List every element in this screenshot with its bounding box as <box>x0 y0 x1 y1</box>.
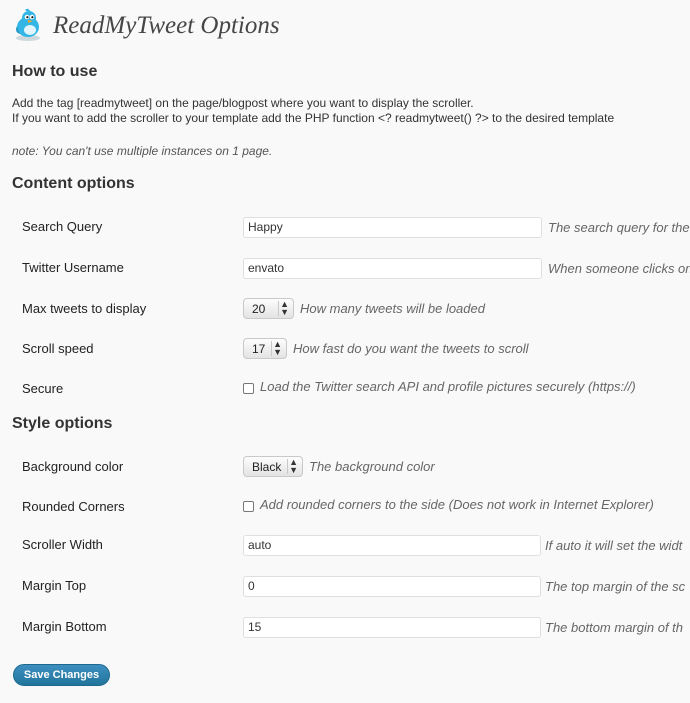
scroller-width-input[interactable]: auto <box>243 535 541 556</box>
margin-bottom-description: The bottom margin of th <box>545 620 684 635</box>
rounded-corners-label: Rounded Corners <box>22 499 125 514</box>
scroll-speed-description: How fast do you want the tweets to scrol… <box>293 341 529 356</box>
page-title: ReadMyTweet Options <box>53 12 280 39</box>
scroller-width-label: Scroller Width <box>22 537 103 552</box>
max-tweets-select[interactable]: 20 ▲ ▼ <box>243 298 294 319</box>
content-options-heading: Content options <box>12 175 135 192</box>
background-color-value: Black <box>252 460 282 474</box>
margin-bottom-label: Margin Bottom <box>22 619 107 634</box>
margin-top-description: The top margin of the sc <box>545 579 686 594</box>
scroller-width-description: If auto it will set the widt <box>545 538 683 553</box>
how-to-use-line-2: If you want to add the scroller to your … <box>12 111 615 125</box>
margin-top-label: Margin Top <box>22 578 87 593</box>
usage-note: note: You can't use multiple instances o… <box>12 144 273 158</box>
rounded-corners-description: Add rounded corners to the side (Does no… <box>260 497 654 512</box>
scroll-speed-select[interactable]: 17 ▲ ▼ <box>243 338 287 359</box>
rounded-corners-checkbox[interactable] <box>243 501 254 512</box>
twitter-username-description: When someone clicks on <box>548 261 690 276</box>
search-query-input[interactable]: Happy <box>243 217 542 238</box>
search-query-label: Search Query <box>22 219 103 234</box>
scroll-speed-value: 17 <box>252 342 266 356</box>
select-arrows-icon: ▲ ▼ <box>289 457 298 475</box>
select-divider <box>278 301 279 316</box>
max-tweets-label: Max tweets to display <box>22 301 147 316</box>
secure-checkbox[interactable] <box>243 383 254 394</box>
max-tweets-description: How many tweets will be loaded <box>300 301 485 316</box>
how-to-use-line-1: Add the tag [readmytweet] on the page/bl… <box>12 96 474 110</box>
background-color-label: Background color <box>22 459 124 474</box>
twitter-username-input[interactable]: envato <box>243 258 542 279</box>
style-options-heading: Style options <box>12 415 113 432</box>
select-arrows-icon: ▲ ▼ <box>280 299 289 317</box>
save-changes-button[interactable]: Save Changes <box>13 664 110 686</box>
twitter-bird-icon <box>16 8 40 41</box>
select-divider <box>271 341 272 356</box>
background-color-description: The background color <box>309 459 435 474</box>
margin-bottom-input[interactable]: 15 <box>243 617 541 638</box>
scroll-speed-label: Scroll speed <box>22 341 94 356</box>
secure-label: Secure <box>22 381 64 396</box>
how-to-use-heading: How to use <box>12 63 98 80</box>
max-tweets-value: 20 <box>252 302 266 316</box>
select-arrows-icon: ▲ ▼ <box>273 339 282 357</box>
twitter-username-label: Twitter Username <box>22 260 124 275</box>
select-divider <box>287 459 288 474</box>
secure-description: Load the Twitter search API and profile … <box>260 379 636 394</box>
background-color-select[interactable]: Black ▲ ▼ <box>243 456 303 477</box>
margin-top-input[interactable]: 0 <box>243 576 541 597</box>
search-query-description: The search query for the <box>548 220 690 235</box>
